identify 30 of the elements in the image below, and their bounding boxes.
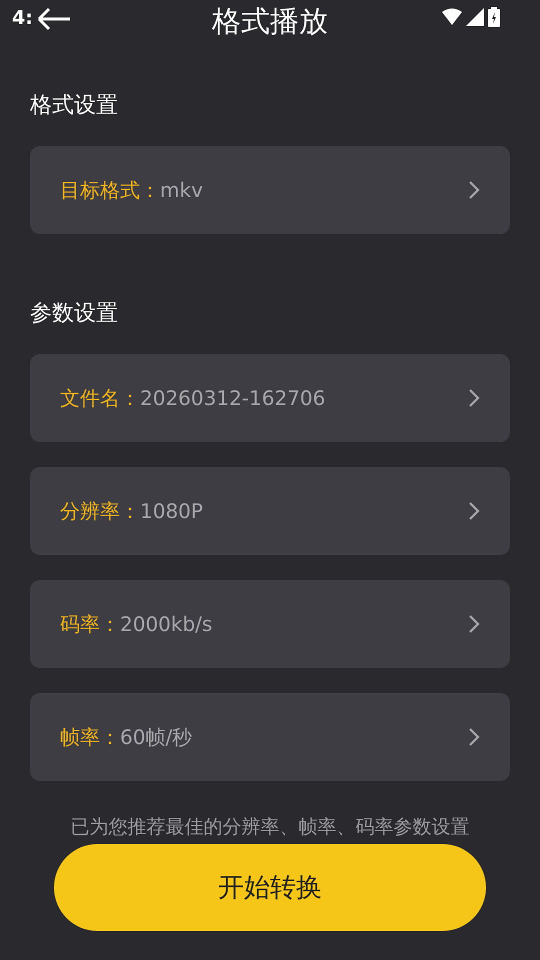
- setting-row[interactable]: 目标格式：mkv: [30, 146, 510, 234]
- section-title: 格式设置: [30, 92, 119, 120]
- setting-label: 分辨率：: [60, 498, 140, 524]
- setting-label: 码率：: [60, 610, 120, 638]
- battery-icon: [488, 7, 500, 27]
- setting-label: 帧率：: [60, 724, 120, 750]
- section-title: 参数设置: [30, 300, 119, 328]
- start-button[interactable]: 开始转换: [54, 844, 486, 931]
- chevron-right-icon: [468, 501, 480, 521]
- setting-value: 60帧/秒: [120, 724, 194, 750]
- wifi-icon: [442, 8, 462, 26]
- hint-text: 已为您推荐最佳的分辨率、帧率、码率参数设置: [70, 815, 470, 840]
- setting-value: 1080P: [140, 499, 204, 523]
- chevron-right-icon: [468, 180, 480, 200]
- page-title: 格式播放: [212, 3, 328, 40]
- setting-label: 文件名：: [60, 384, 140, 412]
- back-icon[interactable]: [36, 6, 72, 32]
- setting-label: 目标格式：: [60, 176, 160, 204]
- setting-value: mkv: [160, 178, 204, 202]
- setting-value: 20260312-162706: [140, 386, 326, 410]
- chevron-right-icon: [468, 727, 480, 747]
- setting-row[interactable]: 码率：2000kb/s: [30, 580, 510, 668]
- signal-icon: [466, 8, 484, 26]
- setting-row[interactable]: 文件名：20260312-162706: [30, 354, 510, 442]
- setting-row[interactable]: 帧率：60帧/秒: [30, 693, 510, 781]
- setting-row[interactable]: 分辨率：1080P: [30, 467, 510, 555]
- chevron-right-icon: [468, 614, 480, 634]
- setting-value: 2000kb/s: [120, 612, 214, 636]
- chevron-right-icon: [468, 388, 480, 408]
- status-time: 4:: [12, 7, 33, 29]
